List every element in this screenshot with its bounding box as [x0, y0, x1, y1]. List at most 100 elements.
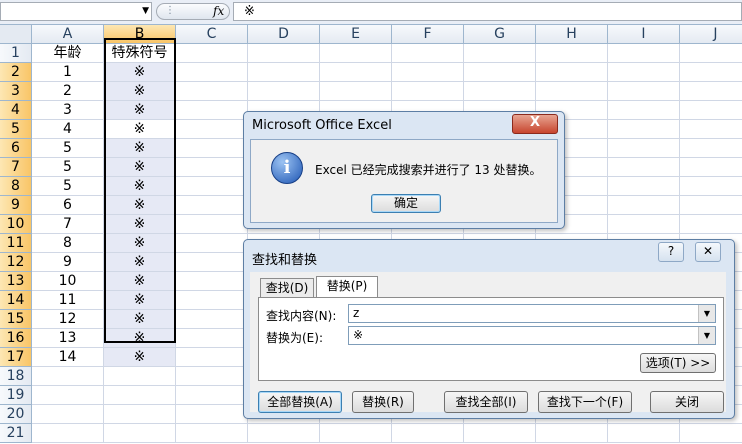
row-header-5[interactable]: 5: [0, 120, 32, 139]
row-header-14[interactable]: 14: [0, 291, 32, 310]
cell[interactable]: [176, 101, 248, 120]
cell[interactable]: [680, 139, 742, 158]
find-all-button[interactable]: 查找全部(I): [444, 391, 528, 413]
replace-button[interactable]: 替换(R): [352, 391, 414, 413]
cell[interactable]: ※: [104, 177, 176, 196]
cell[interactable]: [176, 177, 248, 196]
row-header-10[interactable]: 10: [0, 215, 32, 234]
cell[interactable]: [464, 63, 536, 82]
cell[interactable]: [680, 215, 742, 234]
message-close-button[interactable]: X: [512, 114, 558, 134]
cell[interactable]: [176, 405, 248, 424]
tab-find[interactable]: 查找(D): [260, 278, 314, 298]
row-header-3[interactable]: 3: [0, 82, 32, 101]
cell[interactable]: [680, 82, 742, 101]
row-header-17[interactable]: 17: [0, 348, 32, 367]
column-header-i[interactable]: I: [608, 25, 680, 44]
column-header-d[interactable]: D: [248, 25, 320, 44]
cell[interactable]: [32, 424, 104, 443]
cell[interactable]: [392, 424, 464, 443]
cell[interactable]: [176, 63, 248, 82]
cell[interactable]: [176, 310, 248, 329]
cell[interactable]: ※: [104, 253, 176, 272]
cell[interactable]: 5: [32, 177, 104, 196]
cell[interactable]: ※: [104, 348, 176, 367]
row-header-9[interactable]: 9: [0, 196, 32, 215]
chevron-down-icon[interactable]: ▼: [698, 327, 715, 344]
row-header-13[interactable]: 13: [0, 272, 32, 291]
cell[interactable]: [680, 196, 742, 215]
row-header-18[interactable]: 18: [0, 367, 32, 386]
row-header-21[interactable]: 21: [0, 424, 32, 443]
cell[interactable]: ※: [104, 63, 176, 82]
cell[interactable]: [464, 44, 536, 63]
cell[interactable]: 9: [32, 253, 104, 272]
cell[interactable]: [680, 424, 742, 443]
cell[interactable]: [32, 405, 104, 424]
cell[interactable]: [680, 120, 742, 139]
cell[interactable]: [608, 44, 680, 63]
cell[interactable]: [176, 120, 248, 139]
cell[interactable]: 7: [32, 215, 104, 234]
column-header-j[interactable]: J: [680, 25, 742, 44]
column-header-b[interactable]: B: [104, 25, 176, 44]
cell[interactable]: [680, 44, 742, 63]
ok-button[interactable]: 确定: [371, 194, 441, 213]
cell[interactable]: [320, 44, 392, 63]
cell[interactable]: [176, 139, 248, 158]
cell[interactable]: [176, 44, 248, 63]
formula-input[interactable]: ※: [233, 2, 742, 21]
cell[interactable]: 10: [32, 272, 104, 291]
cell[interactable]: [608, 101, 680, 120]
column-header-g[interactable]: G: [464, 25, 536, 44]
help-button[interactable]: ?: [658, 242, 684, 262]
cell[interactable]: [608, 63, 680, 82]
cell[interactable]: 4: [32, 120, 104, 139]
cell[interactable]: [176, 272, 248, 291]
cell[interactable]: ※: [104, 158, 176, 177]
cell[interactable]: [104, 367, 176, 386]
cell[interactable]: 1: [32, 63, 104, 82]
row-header-7[interactable]: 7: [0, 158, 32, 177]
cell[interactable]: [176, 424, 248, 443]
cell[interactable]: [608, 424, 680, 443]
find-next-button[interactable]: 查找下一个(F): [538, 391, 632, 413]
cell[interactable]: [104, 424, 176, 443]
cell[interactable]: [680, 63, 742, 82]
cell[interactable]: ※: [104, 215, 176, 234]
row-header-4[interactable]: 4: [0, 101, 32, 120]
cell[interactable]: ※: [104, 310, 176, 329]
cell[interactable]: [104, 386, 176, 405]
cell[interactable]: [536, 82, 608, 101]
cell[interactable]: ※: [104, 272, 176, 291]
cell[interactable]: [680, 158, 742, 177]
cell[interactable]: [248, 63, 320, 82]
cell[interactable]: [176, 291, 248, 310]
cell[interactable]: 13: [32, 329, 104, 348]
row-header-2[interactable]: 2: [0, 63, 32, 82]
cell[interactable]: ※: [104, 120, 176, 139]
cell[interactable]: [608, 196, 680, 215]
cell[interactable]: [248, 82, 320, 101]
replace-all-button[interactable]: 全部替换(A): [258, 391, 342, 413]
cell[interactable]: [32, 386, 104, 405]
cell[interactable]: [608, 215, 680, 234]
row-header-8[interactable]: 8: [0, 177, 32, 196]
cell[interactable]: ※: [104, 329, 176, 348]
row-header-11[interactable]: 11: [0, 234, 32, 253]
cell[interactable]: [392, 63, 464, 82]
cell[interactable]: ※: [104, 291, 176, 310]
cell[interactable]: [320, 82, 392, 101]
cell[interactable]: [464, 82, 536, 101]
replace-with-input[interactable]: ※ ▼: [348, 326, 716, 345]
drag-handle-icon[interactable]: ⋮: [165, 5, 175, 16]
cell[interactable]: ※: [104, 234, 176, 253]
options-button[interactable]: 选项(T) >>: [640, 353, 716, 373]
row-header-12[interactable]: 12: [0, 253, 32, 272]
cell[interactable]: [536, 63, 608, 82]
cell[interactable]: [176, 234, 248, 253]
cell[interactable]: [608, 82, 680, 101]
column-header-a[interactable]: A: [32, 25, 104, 44]
cell[interactable]: [104, 405, 176, 424]
cell[interactable]: [176, 196, 248, 215]
